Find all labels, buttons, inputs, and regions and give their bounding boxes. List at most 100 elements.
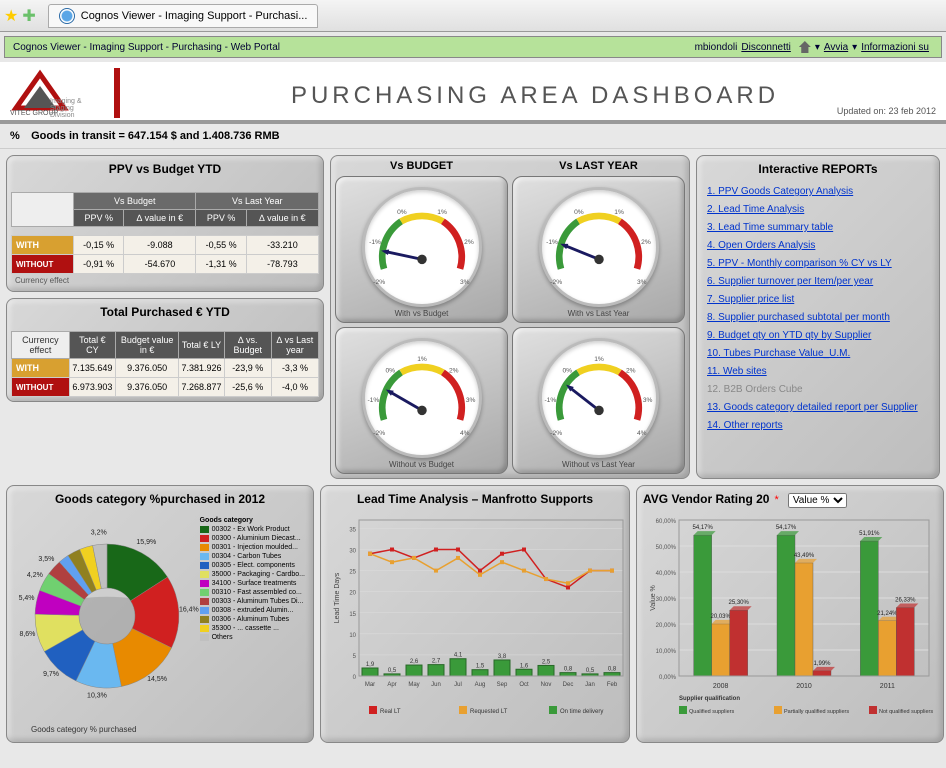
value-dropdown[interactable]: Value %: [788, 493, 847, 508]
svg-text:1%: 1%: [594, 356, 604, 363]
svg-text:20,00%: 20,00%: [656, 623, 677, 629]
svg-text:0,5: 0,5: [388, 668, 397, 674]
report-link-item: 6. Supplier turnover per Item/per year: [705, 272, 931, 290]
browser-tab[interactable]: Cognos Viewer - Imaging Support - Purcha…: [48, 4, 319, 28]
legend-item: 35000 - Packaging - Cardbo...: [200, 570, 305, 579]
ppv-title: PPV vs Budget YTD: [11, 160, 319, 178]
svg-text:Not qualified suppliers: Not qualified suppliers: [879, 709, 933, 715]
svg-text:2,6: 2,6: [410, 659, 419, 665]
svg-text:26,33%: 26,33%: [895, 598, 916, 604]
report-link[interactable]: 11. Web sites: [707, 366, 767, 377]
svg-text:On time delivery: On time delivery: [560, 709, 603, 715]
home-icon[interactable]: [799, 41, 811, 53]
lead-time-panel: Lead Time Analysis – Manfrotto Supports …: [320, 485, 630, 743]
svg-text:Nov: Nov: [541, 682, 552, 688]
gauges-panel: Vs BUDGET Vs LAST YEAR -2%-1%0%1%2%3% Wi…: [330, 155, 690, 479]
svg-text:15,9%: 15,9%: [136, 539, 156, 546]
svg-text:Partially qualified suppliers: Partially qualified suppliers: [784, 709, 849, 715]
legend-item: 00303 - Aluminum Tubes Di...: [200, 597, 305, 606]
report-link-item: 10. Tubes Purchase Value_U.M.: [705, 344, 931, 362]
svg-text:30: 30: [349, 549, 356, 555]
svg-text:25: 25: [349, 570, 356, 576]
page-title: PURCHASING AREA DASHBOARD: [134, 82, 936, 118]
report-link[interactable]: 9. Budget qty on YTD qty by Supplier: [707, 330, 871, 341]
svg-text:4,1: 4,1: [454, 653, 463, 659]
gauge: -2%-1%0%1%2%3%4% Without vs Last Year: [512, 327, 685, 474]
svg-text:0,8: 0,8: [564, 667, 573, 673]
report-link[interactable]: 7. Supplier price list: [707, 294, 794, 305]
svg-text:3,5%: 3,5%: [38, 556, 54, 563]
updated-label: Updated on: 23 feb 2012: [837, 106, 936, 116]
report-link[interactable]: 3. Lead Time summary table: [707, 222, 833, 233]
report-link[interactable]: 4. Open Orders Analysis: [707, 240, 815, 251]
svg-text:2%: 2%: [464, 239, 474, 246]
report-link[interactable]: 2. Lead Time Analysis: [707, 204, 804, 215]
svg-text:51,91%: 51,91%: [859, 531, 880, 537]
svg-text:9,7%: 9,7%: [43, 671, 59, 678]
report-link[interactable]: 8. Supplier purchased subtotal per month: [707, 312, 890, 323]
report-link-item: 14. Other reports: [705, 416, 931, 434]
svg-text:-2%: -2%: [550, 430, 562, 437]
vendor-rating-chart: 0,00%10,00%20,00%30,00%40,00%50,00%60,00…: [645, 512, 935, 722]
info-link[interactable]: Informazioni su: [861, 42, 929, 53]
svg-text:0%: 0%: [574, 209, 584, 216]
svg-text:15: 15: [349, 612, 356, 618]
svg-text:0,8: 0,8: [608, 667, 617, 673]
svg-text:5,4%: 5,4%: [19, 595, 35, 602]
pct-label: %: [10, 130, 28, 142]
svg-text:-1%: -1%: [367, 397, 379, 404]
required-icon: *: [775, 494, 779, 506]
add-favorite-icon[interactable]: ✚: [22, 6, 35, 26]
svg-text:3%: 3%: [459, 279, 469, 286]
svg-text:3,8: 3,8: [498, 654, 507, 660]
svg-text:20: 20: [349, 591, 356, 597]
report-link-item: 8. Supplier purchased subtotal per month: [705, 308, 931, 326]
report-link[interactable]: 12. B2B Orders Cube: [707, 384, 803, 395]
svg-text:Lead Time Days: Lead Time Days: [334, 572, 341, 623]
svg-text:-1%: -1%: [546, 239, 558, 246]
report-link-item: 13. Goods category detailed report per S…: [705, 398, 931, 416]
table-row: WITH 7.135.6499.376.0507.381.926 -23,9 %…: [12, 359, 319, 378]
legend-item: 00302 - Ex Work Product: [200, 525, 305, 534]
svg-text:25,30%: 25,30%: [728, 600, 749, 606]
svg-text:10,00%: 10,00%: [656, 649, 677, 655]
total-purchased-panel: Total Purchased € YTD Currency effect To…: [6, 298, 324, 402]
legend-item: 00304 - Carbon Tubes: [200, 552, 305, 561]
svg-text:1,99%: 1,99%: [813, 661, 831, 667]
total-title: Total Purchased € YTD: [11, 303, 319, 321]
report-link-item: 9. Budget qty on YTD qty by Supplier: [705, 326, 931, 344]
favorites-icon[interactable]: ★: [4, 6, 18, 26]
svg-text:40,00%: 40,00%: [656, 571, 677, 577]
report-link[interactable]: 13. Goods category detailed report per S…: [707, 402, 918, 413]
reports-title: Interactive REPORTs: [701, 160, 935, 178]
svg-text:-2%: -2%: [550, 279, 562, 286]
svg-text:2,7: 2,7: [432, 659, 441, 665]
svg-text:Mar: Mar: [365, 682, 375, 688]
svg-text:3,2%: 3,2%: [91, 529, 107, 536]
report-link-item: 11. Web sites: [705, 362, 931, 380]
svg-text:Requested LT: Requested LT: [470, 709, 508, 715]
svg-text:2%: 2%: [448, 368, 458, 375]
svg-text:4%: 4%: [636, 430, 646, 437]
user-label: mbiondoli: [695, 42, 738, 53]
svg-text:8,6%: 8,6%: [19, 631, 35, 638]
svg-text:50,00%: 50,00%: [656, 545, 677, 551]
report-link[interactable]: 6. Supplier turnover per Item/per year: [707, 276, 873, 287]
svg-text:May: May: [408, 682, 419, 688]
report-link[interactable]: 1. PPV Goods Category Analysis: [707, 186, 853, 197]
svg-text:-2%: -2%: [373, 430, 385, 437]
start-link[interactable]: Avvia: [824, 42, 848, 53]
divider: ▾: [815, 42, 820, 53]
report-link[interactable]: 14. Other reports: [707, 420, 783, 431]
report-link[interactable]: 5. PPV - Monthly comparison % CY vs LY: [707, 258, 892, 269]
report-link[interactable]: 10. Tubes Purchase Value_U.M.: [707, 348, 850, 359]
svg-text:5: 5: [353, 654, 357, 660]
legend-item: 34100 - Surface treatments: [200, 579, 305, 588]
svg-text:10,3%: 10,3%: [87, 692, 107, 699]
report-link-item: 5. PPV - Monthly comparison % CY vs LY: [705, 254, 931, 272]
svg-text:1,5: 1,5: [476, 664, 485, 670]
disconnect-link[interactable]: Disconnetti: [741, 42, 790, 53]
ie-icon: [59, 8, 75, 24]
gauge-head-budget: Vs BUDGET: [335, 160, 508, 172]
svg-text:54,17%: 54,17%: [776, 525, 797, 531]
